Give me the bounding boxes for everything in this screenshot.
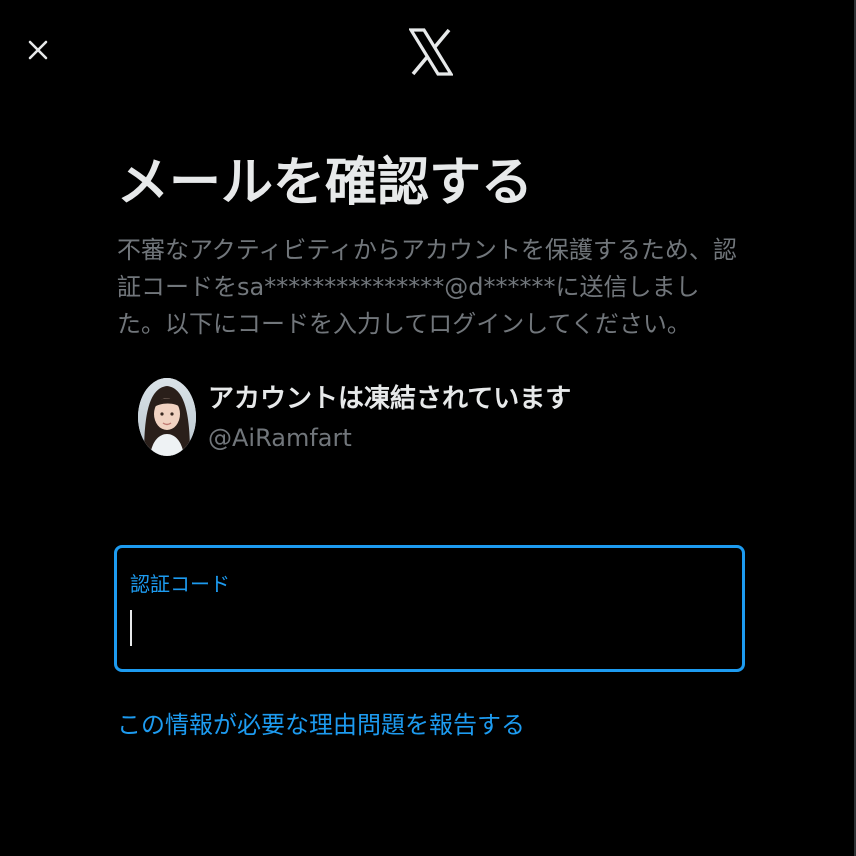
report-problem-link[interactable]: この情報が必要な理由問題を報告する	[117, 705, 525, 740]
account-card: アカウントは凍結されています @AiRamfart	[138, 376, 698, 458]
account-handle: @AiRamfart	[208, 424, 352, 452]
verification-code-label: 認証コード	[130, 572, 230, 596]
text-caret	[130, 610, 132, 646]
avatar	[138, 378, 196, 456]
verification-code-input[interactable]	[127, 606, 727, 650]
x-logo-icon	[408, 28, 454, 76]
close-icon	[28, 40, 48, 60]
verification-code-field[interactable]: 認証コード	[114, 545, 745, 672]
page-title: メールを確認する	[117, 153, 534, 213]
verify-email-dialog: メールを確認する 不審なアクティビティからアカウントを保護するため、認証コードを…	[0, 0, 856, 856]
close-button[interactable]	[24, 36, 54, 66]
instruction-text: 不審なアクティビティからアカウントを保護するため、認証コードをsa*******…	[117, 236, 737, 338]
account-status: アカウントは凍結されています	[208, 384, 572, 414]
